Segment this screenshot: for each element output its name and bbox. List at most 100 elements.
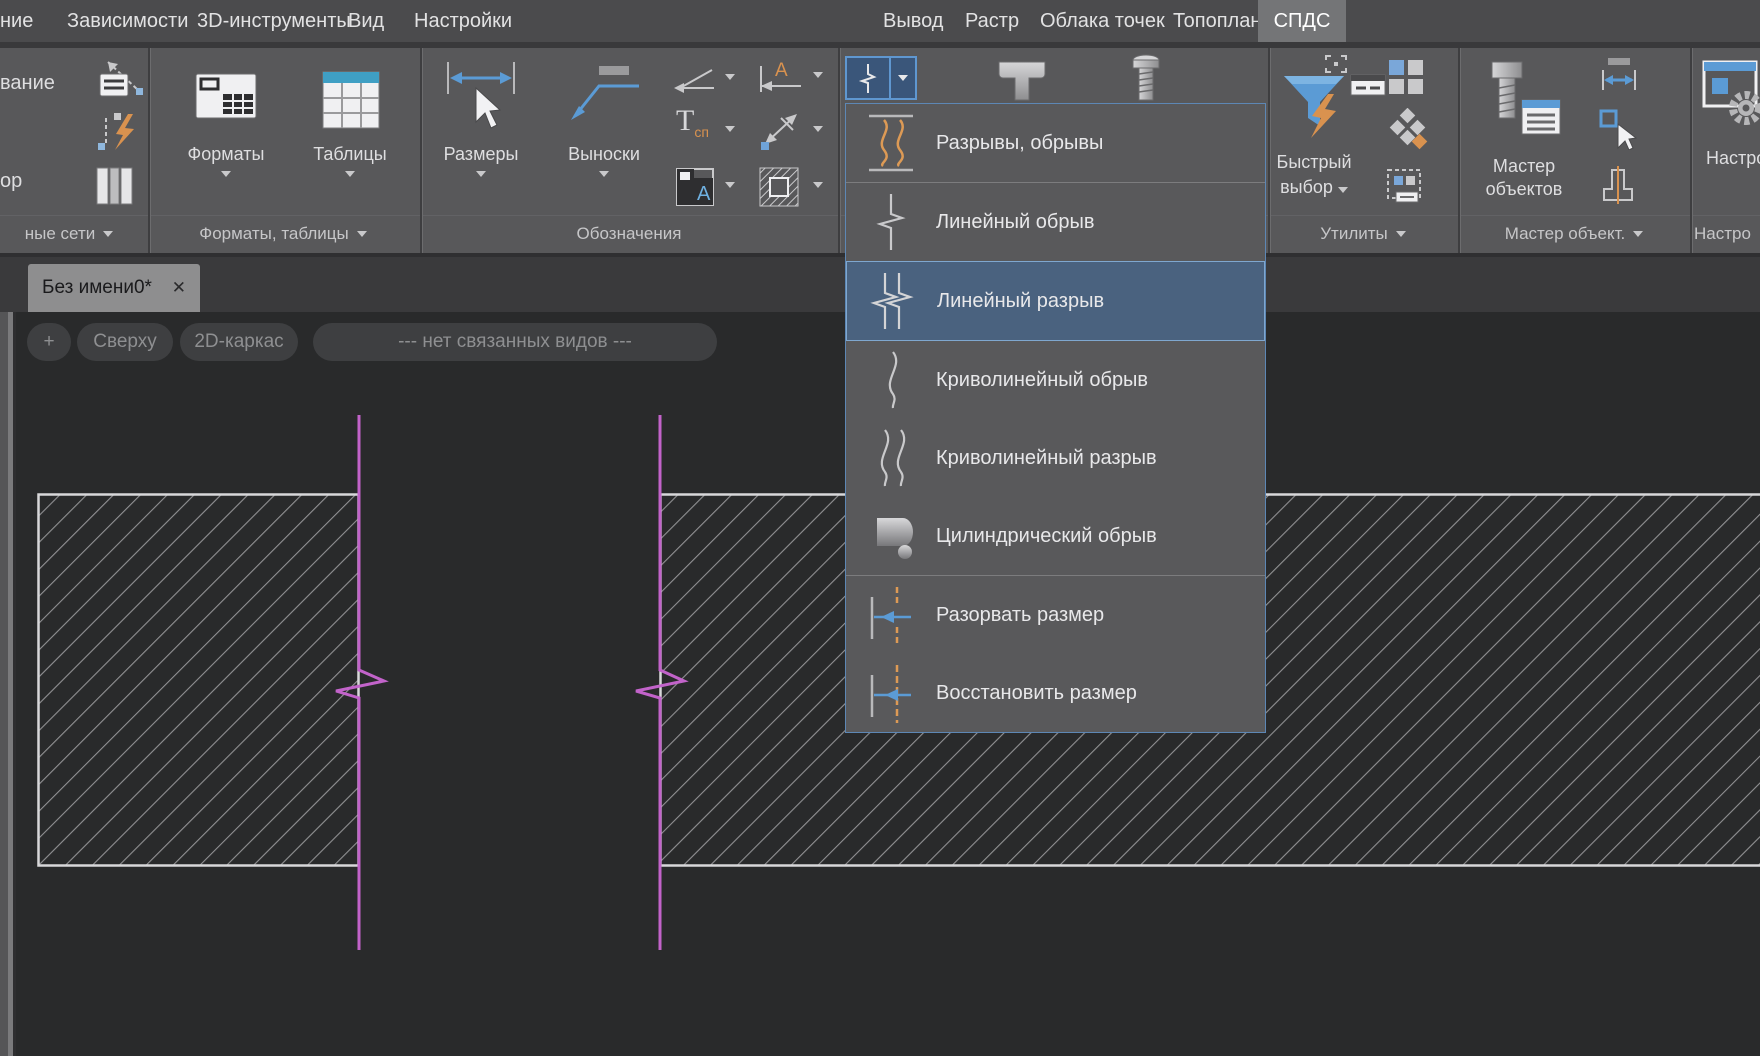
menu-item-restore-dimension[interactable]: Восстановить размер: [846, 654, 1265, 732]
select-brackets-icon[interactable]: [1322, 52, 1350, 76]
svg-text:A: A: [775, 60, 788, 81]
a-letter: A: [697, 183, 711, 205]
quick-select-button[interactable]: Быстрый выбор: [1262, 150, 1366, 200]
chevron-down-icon[interactable]: [725, 74, 735, 80]
menu-item-label: Криволинейный разрыв: [936, 447, 1157, 470]
panel-footer-utils[interactable]: Утилиты: [1270, 218, 1456, 250]
break-group-icon: [846, 111, 936, 175]
document-tab[interactable]: Без имени0* ✕: [28, 264, 200, 312]
tab-output[interactable]: Вывод: [883, 0, 943, 42]
dim-text-icon[interactable]: A: [755, 58, 805, 98]
breaks-split-button[interactable]: [845, 56, 917, 100]
menu-item-break-dimension[interactable]: Разорвать размер: [846, 576, 1265, 654]
tsp-sub: сп: [694, 124, 709, 140]
bolt-icon[interactable]: [1126, 52, 1166, 104]
linear-cutoff-icon: [846, 190, 936, 254]
quick-select-funnel-icon[interactable]: [1282, 74, 1352, 150]
panel-footer-symbols[interactable]: Обозначения: [422, 218, 836, 250]
tables-button-label: Таблицы: [313, 144, 387, 165]
menu-item-label: Разрывы, обрывы: [936, 132, 1103, 155]
chevron-down-icon: [1338, 187, 1348, 193]
panel-footer-label: Обозначения: [577, 224, 682, 244]
dimensions-button-label: Размеры: [444, 144, 519, 165]
window-dash-icon[interactable]: [1350, 74, 1386, 96]
linear-break-icon[interactable]: [847, 58, 889, 98]
tab-truncated[interactable]: ние: [0, 0, 33, 42]
tab-raster[interactable]: Растр: [965, 0, 1019, 42]
document-tab-label: Без имени0*: [42, 277, 152, 299]
tab-settings[interactable]: Настройки: [414, 0, 512, 42]
object-master-line1: Мастер: [1493, 156, 1555, 177]
dimensions-icon: [442, 58, 520, 138]
cross-arrows-icon[interactable]: [757, 110, 803, 152]
lightning-selection-icon[interactable]: [96, 110, 140, 152]
cut-button-label[interactable]: ор: [0, 170, 22, 193]
tab-dependencies[interactable]: Зависимости: [67, 0, 188, 42]
panel-separator: [148, 48, 151, 253]
panel-footer-label: Форматы, таблицы: [199, 224, 348, 244]
quick-select-line2: выбор: [1262, 175, 1366, 200]
menu-item-curved-cutoff[interactable]: Криволинейный обрыв: [846, 341, 1265, 419]
chevron-down-icon: [103, 231, 113, 237]
tab-point-clouds[interactable]: Облака точек: [1040, 0, 1165, 42]
panel-footer-settings[interactable]: Настро: [1694, 218, 1760, 250]
breaks-dropdown-arrow[interactable]: [889, 58, 915, 98]
ribbon-tab-bar: ние Зависимости 3D-инструменты Вид Настр…: [0, 0, 1760, 48]
panel-separator: [1690, 48, 1693, 253]
chevron-down-icon[interactable]: [813, 182, 823, 188]
close-icon[interactable]: ✕: [172, 278, 186, 298]
object-master-button[interactable]: Мастер объектов: [1468, 58, 1580, 200]
slope-symbol-icon[interactable]: [672, 62, 718, 96]
menu-item-label: Разорвать размер: [936, 604, 1104, 627]
chevron-down-icon[interactable]: [725, 126, 735, 132]
menu-item-cylindrical-cutoff[interactable]: Цилиндрический обрыв: [846, 497, 1265, 575]
tab-topoplan[interactable]: Топоплан: [1173, 0, 1261, 42]
application-window: ние Зависимости 3D-инструменты Вид Настр…: [0, 0, 1760, 1056]
chevron-down-icon[interactable]: [725, 182, 735, 188]
curved-cutoff-icon: [846, 348, 936, 412]
squares-icon[interactable]: [1387, 58, 1425, 96]
blue-square-cursor-icon[interactable]: [1598, 108, 1640, 150]
tables-button[interactable]: Таблицы: [290, 60, 410, 177]
object-master-line2: объектов: [1486, 179, 1563, 200]
panel-footer-formats[interactable]: Форматы, таблицы: [152, 218, 414, 250]
hatched-section-left[interactable]: [39, 495, 359, 866]
settings-window-gear-icon[interactable]: [1702, 60, 1760, 146]
tab-view[interactable]: Вид: [348, 0, 384, 42]
hatch-square-icon[interactable]: [758, 166, 802, 208]
dimensions-button[interactable]: Размеры: [425, 58, 537, 177]
settings-button-label[interactable]: Настро: [1706, 148, 1760, 169]
formats-button-label: Форматы: [188, 144, 265, 165]
linear-break-icon: [847, 269, 937, 333]
chevron-down-icon[interactable]: [813, 126, 823, 132]
chevron-down-icon: [221, 171, 231, 177]
menu-item-linear-break[interactable]: Линейный разрыв: [846, 261, 1265, 341]
panel-footer-networks[interactable]: ные сети: [4, 218, 134, 250]
menu-item-label: Восстановить размер: [936, 682, 1137, 705]
quick-select-line1: Быстрый: [1262, 150, 1366, 175]
columns-icon[interactable]: [94, 166, 136, 206]
t-profile-icon[interactable]: [1598, 164, 1638, 204]
diamonds-icon[interactable]: [1388, 108, 1428, 152]
chevron-down-icon: [1396, 231, 1406, 237]
tab-spds-active[interactable]: СПДС: [1258, 0, 1346, 42]
menu-item-linear-cutoff[interactable]: Линейный обрыв: [846, 183, 1265, 261]
formats-button[interactable]: Форматы: [162, 60, 290, 177]
menu-item-curved-break[interactable]: Криволинейный разрыв: [846, 419, 1265, 497]
cut-button-label[interactable]: вание: [0, 72, 55, 95]
dim-bar-icon[interactable]: [1598, 56, 1640, 94]
doc-arrow-icon[interactable]: [98, 56, 146, 104]
text-frame-icon[interactable]: A: [674, 166, 716, 208]
tsp-text-icon[interactable]: Tсп: [676, 104, 709, 140]
leaders-button[interactable]: Выноски: [545, 58, 663, 177]
menu-item-breaks-group[interactable]: Разрывы, обрывы: [846, 104, 1265, 182]
panel-footer-master[interactable]: Мастер объект.: [1460, 218, 1688, 250]
chevron-down-icon: [599, 171, 609, 177]
tab-3d-tools[interactable]: 3D-инструменты: [197, 0, 351, 42]
chevron-down-icon[interactable]: [813, 72, 823, 78]
t-pillar-icon[interactable]: [993, 54, 1051, 104]
breaks-dropdown-menu: Разрывы, обрывы Линейный обрыв Линейный …: [845, 103, 1266, 733]
curved-break-icon: [846, 426, 936, 490]
window-grid-icon[interactable]: [1386, 168, 1426, 206]
chevron-down-icon: [357, 231, 367, 237]
